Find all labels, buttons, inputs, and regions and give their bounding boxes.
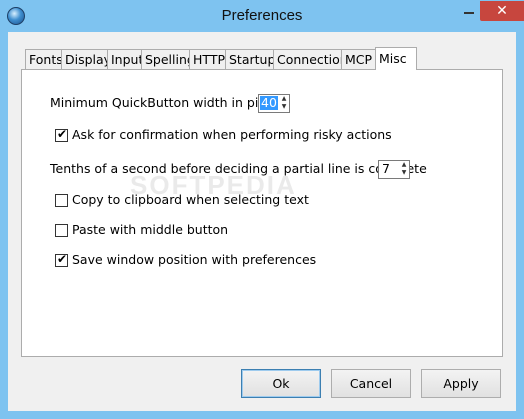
window-title: Preferences <box>221 7 303 24</box>
min-quickbutton-value[interactable]: 40 <box>260 96 278 110</box>
tab-input[interactable]: Input <box>107 49 143 69</box>
spin-up-arrow-icon[interactable]: ▲ <box>399 161 409 169</box>
paste-middle-checkbox[interactable] <box>55 224 68 237</box>
tab-display[interactable]: Display <box>61 49 111 69</box>
tab-spelling[interactable]: Spelling <box>141 49 195 69</box>
tab-misc[interactable]: Misc <box>375 47 417 70</box>
title-bar[interactable]: Preferences ✕ <box>0 0 524 32</box>
checkmark-icon: ✔ <box>57 252 68 266</box>
risky-confirm-checkbox[interactable]: ✔ <box>55 127 68 142</box>
tab-fonts[interactable]: Fonts <box>25 49 63 69</box>
save-position-checkbox[interactable]: ✔ <box>55 252 68 267</box>
copy-clipboard-checkbox[interactable] <box>55 194 68 207</box>
risky-confirm-label: Ask for confirmation when performing ris… <box>72 127 392 142</box>
preferences-window: Preferences ✕ Fonts Display Input Spelli… <box>0 0 524 419</box>
save-position-label: Save window position with preferences <box>72 252 317 267</box>
tab-mcp[interactable]: MCP <box>341 49 377 69</box>
minimize-icon <box>464 12 474 14</box>
tenths-value[interactable]: 7 <box>381 162 391 176</box>
cancel-button[interactable]: Cancel <box>331 369 411 398</box>
paste-middle-label: Paste with middle button <box>72 222 229 237</box>
close-button[interactable]: ✕ <box>480 1 524 21</box>
tab-startup[interactable]: Startup <box>225 49 275 69</box>
tenths-spinner[interactable]: 7 ▲ ▼ <box>378 160 410 179</box>
copy-clipboard-label: Copy to clipboard when selecting text <box>72 192 309 207</box>
tenths-label: Tenths of a second before deciding a par… <box>50 161 427 176</box>
spin-up-arrow-icon[interactable]: ▲ <box>279 95 289 103</box>
spin-down-arrow-icon[interactable]: ▼ <box>279 103 289 111</box>
tab-http[interactable]: HTTP <box>189 49 227 69</box>
min-quickbutton-spinner[interactable]: 40 ▲ ▼ <box>258 94 290 113</box>
spin-down-arrow-icon[interactable]: ▼ <box>399 169 409 177</box>
min-quickbutton-label: Minimum QuickButton width in pixels <box>50 95 283 110</box>
close-icon: ✕ <box>496 3 508 19</box>
minimize-button[interactable] <box>456 1 482 21</box>
checkmark-icon: ✔ <box>57 127 68 141</box>
apply-button[interactable]: Apply <box>421 369 501 398</box>
tab-connection[interactable]: Connection <box>273 49 348 69</box>
ok-button[interactable]: Ok <box>241 369 321 398</box>
